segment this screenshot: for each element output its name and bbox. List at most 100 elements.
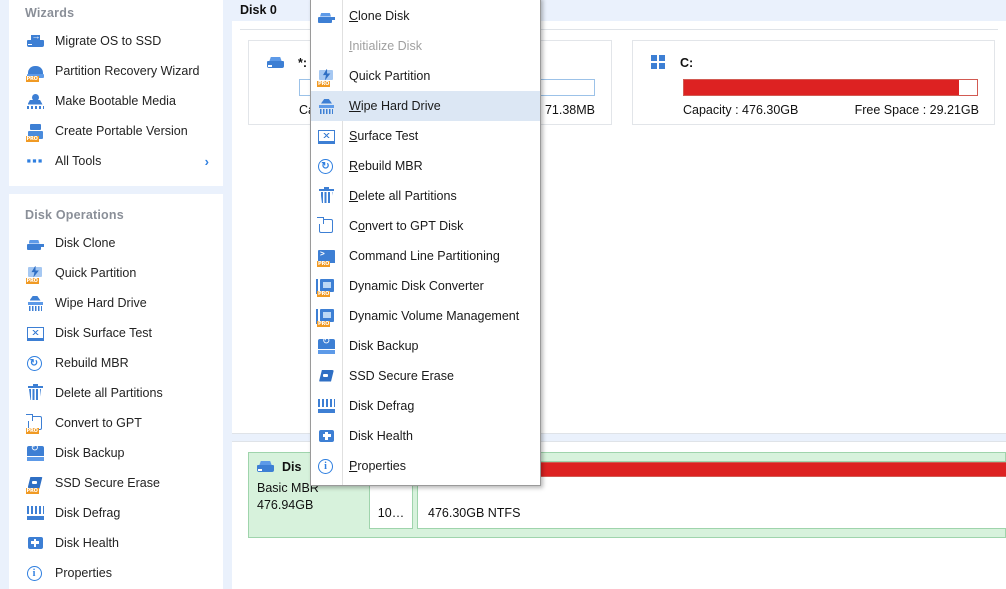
context-menu-item-command-line-partitioning[interactable]: PRO Command Line Partitioning — [311, 241, 540, 271]
context-menu-item-label: Initialize Disk — [349, 39, 422, 53]
volume-usage-bar — [683, 79, 978, 96]
context-menu-item-dynamic-volume-management[interactable]: PRO Dynamic Volume Management — [311, 301, 540, 331]
sidebar-item-label: Disk Surface Test — [55, 326, 153, 340]
context-menu-item-dynamic-disk-converter[interactable]: PRO Dynamic Disk Converter — [311, 271, 540, 301]
sidebar-item-delete-all-partitions[interactable]: Delete all Partitions — [9, 378, 223, 408]
sidebar-item-make-bootable-media[interactable]: Make Bootable Media — [9, 86, 223, 116]
sidebar-item-label: All Tools — [55, 154, 102, 168]
quick-partition-icon: PRO — [25, 265, 44, 284]
sidebar-item-disk-defrag[interactable]: Disk Defrag — [9, 498, 223, 528]
disk-defrag-icon — [26, 505, 44, 521]
disk-backup-icon — [26, 443, 44, 461]
sidebar-item-label: Disk Defrag — [55, 506, 121, 520]
context-menu-item-icon: PRO — [311, 65, 342, 87]
context-menu-item-icon — [311, 395, 342, 417]
sidebar-section-title: Disk Operations — [25, 208, 124, 222]
command-line-icon: PRO — [317, 249, 335, 267]
sidebar-item-label: Rebuild MBR — [55, 356, 129, 370]
hard-disk-icon — [257, 459, 274, 474]
sidebar-section-disk-operations: Disk Operations Disk Clone PRO Quick Parti… — [9, 194, 223, 589]
disk-map-size: 476.94GB — [257, 498, 314, 512]
disk-header-title: Disk 0 — [240, 3, 277, 17]
disk-defrag-icon — [318, 398, 335, 414]
context-menu-item-label: SSD Secure Erase — [349, 369, 454, 383]
sidebar-item-icon — [25, 504, 45, 522]
sidebar-item-disk-surface-test[interactable]: Disk Surface Test — [9, 318, 223, 348]
volume-card-header: *: — [267, 55, 307, 70]
context-menu-item-rebuild-mbr[interactable]: ↻ Rebuild MBR — [311, 151, 540, 181]
context-menu-item-label: Clone Disk — [349, 9, 410, 23]
sidebar-item-create-portable-version[interactable]: PRO Create Portable Version — [9, 116, 223, 146]
sidebar-item-label: Disk Clone — [55, 236, 116, 250]
sidebar-item-disk-clone[interactable]: Disk Clone — [9, 228, 223, 258]
partition-recovery-icon: PRO — [25, 64, 44, 82]
context-menu-item-disk-defrag[interactable]: Disk Defrag — [311, 391, 540, 421]
convert-gpt-icon: PRO — [25, 413, 44, 434]
sidebar-item-icon: PRO — [25, 413, 45, 434]
chevron-right-icon[interactable]: › — [205, 154, 209, 169]
volume-free-space-value: 71.38MB — [544, 103, 595, 117]
sidebar-item-wipe-hard-drive[interactable]: Wipe Hard Drive — [9, 288, 223, 318]
context-menu-item-icon: PRO — [311, 275, 342, 297]
context-menu-item-label: Delete all Partitions — [349, 189, 457, 203]
disk-context-menu[interactable]: Clone Disk Initialize Disk PRO Quick Partit… — [310, 0, 541, 486]
context-menu-item-label: Wipe Hard Drive — [349, 99, 441, 113]
context-menu-item-convert-to-gpt-disk[interactable]: Convert to GPT Disk — [311, 211, 540, 241]
pro-badge: PRO — [317, 260, 331, 267]
sidebar-item-label: Partition Recovery Wizard — [55, 64, 200, 78]
sidebar-item-disk-backup[interactable]: Disk Backup — [9, 438, 223, 468]
context-menu-item-label: Properties — [349, 459, 406, 473]
disk-backup-icon — [318, 336, 335, 354]
context-menu-item-properties[interactable]: i Properties — [311, 451, 540, 481]
context-menu-item-label: Rebuild MBR — [349, 159, 423, 173]
ssd-secure-erase-icon — [318, 369, 335, 384]
context-menu-item-wipe-hard-drive[interactable]: Wipe Hard Drive — [311, 91, 540, 121]
disk-health-icon — [27, 536, 44, 551]
sidebar-item-ssd-secure-erase[interactable]: PRO SSD Secure Erase — [9, 468, 223, 498]
context-menu-item-icon — [311, 5, 342, 27]
partition-label: 10… — [377, 506, 405, 520]
sidebar-item-disk-health[interactable]: Disk Health — [9, 528, 223, 558]
sidebar-item-label: Quick Partition — [55, 266, 137, 280]
context-menu-item-label: Convert to GPT Disk — [349, 219, 464, 233]
context-menu-item-disk-health[interactable]: Disk Health — [311, 421, 540, 451]
sidebar-item-partition-recovery-wizard[interactable]: PRO Partition Recovery Wizard — [9, 56, 223, 86]
context-menu-item-ssd-secure-erase[interactable]: SSD Secure Erase — [311, 361, 540, 391]
disk-map-name: Dis — [282, 459, 302, 474]
context-menu-item-icon: ↻ — [311, 155, 342, 177]
wipe-hard-drive-icon — [318, 98, 335, 114]
pro-badge: PRO — [317, 320, 331, 327]
dynamic-volume-icon: PRO — [316, 308, 335, 327]
ssd-secure-erase-icon: PRO — [25, 476, 44, 494]
sidebar-item-label: Migrate OS to SSD — [55, 34, 162, 48]
context-menu-item-label: Dynamic Disk Converter — [349, 279, 484, 293]
context-menu-item-icon — [311, 215, 342, 237]
context-menu-item-disk-backup[interactable]: Disk Backup — [311, 331, 540, 361]
context-menu-item-delete-all-partitions[interactable]: Delete all Partitions — [311, 181, 540, 211]
sidebar-item-migrate-os-to-ssd[interactable]: Migrate OS to SSD — [9, 26, 223, 56]
portable-version-icon: PRO — [25, 123, 44, 142]
context-menu-item-icon — [311, 335, 342, 357]
sidebar-item-convert-to-gpt[interactable]: PRO Convert to GPT — [9, 408, 223, 438]
pro-badge: PRO — [25, 487, 39, 494]
clone-disk-icon — [318, 9, 335, 24]
sidebar-item-label: Convert to GPT — [55, 416, 142, 430]
sidebar-item-icon: ↻ — [25, 354, 45, 372]
sidebar-item-properties[interactable]: i Properties — [9, 558, 223, 588]
wipe-hard-drive-icon — [27, 295, 44, 311]
sidebar-item-rebuild-mbr[interactable]: ↻ Rebuild MBR — [9, 348, 223, 378]
volume-card-c[interactable]: C: Capacity : 476.30GB Free Space : 29.2… — [632, 40, 995, 125]
context-menu-item-surface-test[interactable]: Surface Test — [311, 121, 540, 151]
rebuild-mbr-icon: ↻ — [318, 158, 335, 174]
sidebar-item-quick-partition[interactable]: PRO Quick Partition — [9, 258, 223, 288]
sidebar-item-icon: PRO — [25, 264, 45, 284]
sidebar-item-label: Disk Health — [55, 536, 119, 550]
pro-badge: PRO — [25, 277, 39, 284]
convert-gpt-icon — [317, 216, 335, 234]
partition-label: 476.30GB NTFS — [428, 506, 521, 520]
context-menu-item-icon — [311, 125, 342, 147]
context-menu-item-icon — [311, 425, 342, 447]
sidebar-item-all-tools[interactable]: ▪▪▪ All Tools › — [9, 146, 223, 176]
context-menu-item-clone-disk[interactable]: Clone Disk — [311, 1, 540, 31]
context-menu-item-quick-partition[interactable]: PRO Quick Partition — [311, 61, 540, 91]
